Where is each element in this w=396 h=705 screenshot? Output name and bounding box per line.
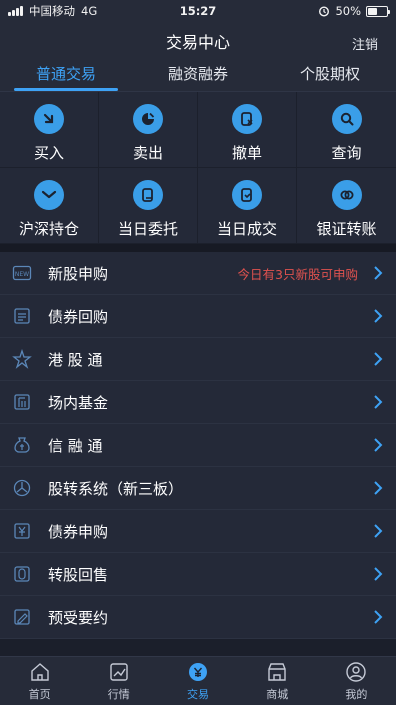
fund-icon (12, 392, 32, 412)
new-badge-icon: NEW (12, 263, 32, 283)
tender-offer-icon (12, 607, 32, 627)
nav-profile[interactable]: 我的 (317, 657, 396, 705)
bottom-nav: 首页 行情 交易 商城 我的 (0, 656, 396, 705)
hk-connect-icon (12, 349, 32, 369)
nav-label: 交易 (187, 687, 209, 701)
list-item-neeq[interactable]: 股转系统（新三板） (0, 467, 396, 510)
ipo-notice: 今日有3只新股可申购 (237, 266, 358, 282)
nav-home[interactable]: 首页 (0, 657, 79, 705)
list-item-hk-connect[interactable]: 港 股 通 (0, 338, 396, 381)
grid-item-label: 当日成交 (216, 220, 277, 238)
list-item-label: 债券回购 (48, 307, 109, 326)
today-deals-icon (232, 180, 262, 210)
grid-item-holdings[interactable]: 沪深持仓 (0, 168, 99, 244)
app-header: 交易中心 注销 (0, 22, 396, 60)
bank-transfer-icon (331, 180, 362, 210)
grid-item-label: 卖出 (132, 144, 163, 162)
chevron-right-icon (372, 566, 384, 582)
nav-label: 首页 (28, 687, 51, 701)
buy-icon (34, 104, 64, 134)
list-item-label: 信 融 通 (48, 436, 103, 455)
grid-item-query[interactable]: 查询 (297, 92, 396, 168)
list-item-label: 转股回售 (48, 565, 109, 584)
chevron-right-icon (372, 265, 384, 281)
store-icon (268, 662, 286, 681)
chevron-right-icon (372, 523, 384, 539)
list-item-ipo-subscription[interactable]: NEW 新股申购 今日有3只新股可申购 (0, 252, 396, 295)
list-item-tender-offer[interactable]: 预受要约 (0, 596, 396, 639)
chevron-right-icon (372, 308, 384, 324)
grid-item-bank-transfer[interactable]: 银证转账 (297, 168, 396, 244)
battery-percent: 50% (335, 4, 361, 18)
list-item-label: 股转系统（新三板） (48, 479, 184, 498)
nav-label: 行情 (107, 687, 130, 701)
list-item-label: 预受要约 (48, 608, 109, 627)
status-bar: 中国移动 4G 15:27 50% (0, 0, 396, 22)
carrier-label: 中国移动 (29, 4, 75, 18)
holdings-icon (34, 180, 64, 210)
chevron-right-icon (372, 437, 384, 453)
credit-icon (12, 435, 32, 455)
list-item-label: 债券申购 (48, 522, 109, 541)
battery-icon (366, 5, 390, 17)
list-item-label: 新股申购 (48, 264, 109, 283)
sell-icon (133, 104, 163, 134)
profile-icon (346, 661, 367, 682)
nav-label: 我的 (345, 687, 368, 701)
svg-text:NEW: NEW (15, 271, 29, 278)
grid-item-label: 银证转账 (316, 220, 377, 238)
list-item-exchange-fund[interactable]: 场内基金 (0, 381, 396, 424)
grid-item-buy[interactable]: 买入 (0, 92, 99, 168)
bond-repo-icon (12, 306, 32, 326)
home-icon (30, 662, 49, 681)
grid-item-label: 撤单 (231, 144, 262, 162)
convert-icon (12, 564, 32, 584)
page-title: 交易中心 (165, 33, 230, 52)
tab-normal-trade[interactable]: 普通交易 (0, 60, 132, 91)
nav-trade[interactable]: 交易 (158, 657, 237, 705)
tab-margin-trading[interactable]: 融资融券 (132, 60, 264, 91)
quick-actions-grid: 买入 卖出 撤单 查询 沪深持仓 当日委托 当日成交 银证转账 (0, 92, 396, 244)
list-item-bond-repo[interactable]: 债券回购 (0, 295, 396, 338)
trade-tabs: 普通交易 融资融券 个股期权 (0, 60, 396, 92)
list-item-conversion-putback[interactable]: 转股回售 (0, 553, 396, 596)
list-item-label: 港 股 通 (48, 350, 103, 369)
nav-market[interactable]: 行情 (79, 657, 158, 705)
grid-item-label: 买入 (33, 144, 64, 162)
grid-item-today-orders[interactable]: 当日委托 (99, 168, 198, 244)
list-item-bond-subscription[interactable]: 债券申购 (0, 510, 396, 553)
list-item-label: 场内基金 (48, 393, 109, 412)
grid-item-label: 当日委托 (117, 220, 178, 238)
tab-stock-options[interactable]: 个股期权 (264, 60, 396, 91)
grid-item-cancel-order[interactable]: 撤单 (198, 92, 297, 168)
query-icon (331, 104, 362, 134)
bond-subscribe-icon (12, 521, 32, 541)
chevron-right-icon (372, 394, 384, 410)
grid-item-today-deals[interactable]: 当日成交 (198, 168, 297, 244)
logout-button[interactable]: 注销 (352, 34, 378, 53)
cancel-order-icon (232, 104, 262, 134)
network-label: 4G (81, 4, 98, 18)
trade-icon (189, 662, 207, 681)
chevron-right-icon (372, 351, 384, 367)
grid-item-label: 查询 (331, 144, 362, 162)
section-divider (0, 244, 396, 252)
neeq-icon (12, 478, 32, 498)
grid-item-sell[interactable]: 卖出 (99, 92, 198, 168)
nav-store[interactable]: 商城 (238, 657, 317, 705)
chevron-right-icon (372, 480, 384, 496)
grid-item-label: 沪深持仓 (18, 220, 79, 238)
chevron-right-icon (372, 609, 384, 625)
feature-list: NEW 新股申购 今日有3只新股可申购 债券回购 港 股 通 场内基金 信 融 … (0, 252, 396, 639)
market-icon (110, 662, 128, 681)
list-item-credit-financing[interactable]: 信 融 通 (0, 424, 396, 467)
nav-label: 商城 (266, 687, 289, 701)
today-orders-icon (133, 180, 163, 210)
signal-icon (8, 6, 23, 16)
alarm-icon (319, 6, 330, 17)
